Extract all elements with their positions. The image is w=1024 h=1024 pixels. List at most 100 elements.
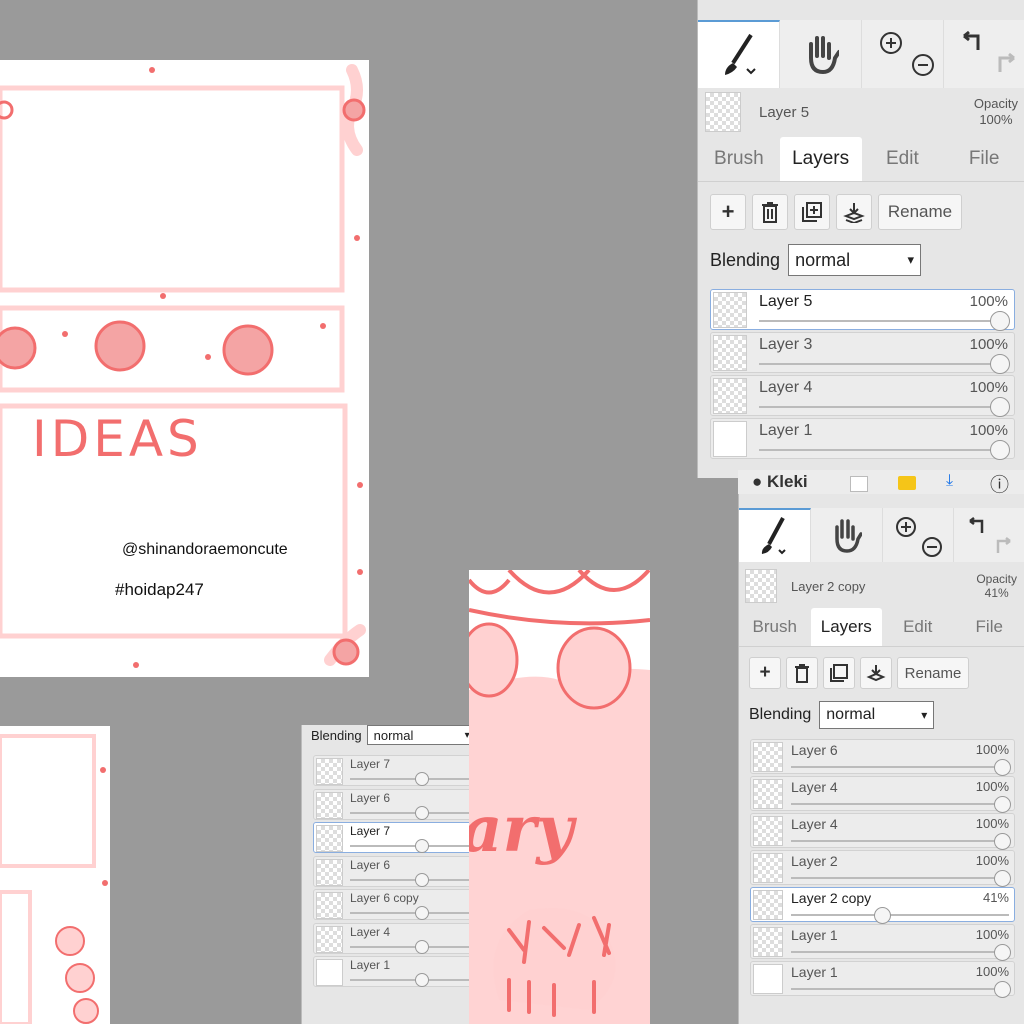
undo-icon[interactable] xyxy=(966,516,988,538)
hand-tool-button[interactable] xyxy=(811,508,883,562)
layer-opacity-track[interactable] xyxy=(350,811,471,814)
tab-brush[interactable]: Brush xyxy=(739,608,811,646)
zoom-in-icon[interactable] xyxy=(878,30,904,56)
layer-opacity-knob[interactable] xyxy=(415,805,429,820)
layer-opacity-track[interactable] xyxy=(791,840,1009,842)
tab-file[interactable]: File xyxy=(943,137,1024,181)
layer-row[interactable]: Layer 4 100% xyxy=(750,813,1015,850)
layer-row[interactable]: Layer 6 copy xyxy=(313,889,471,920)
tab-brush[interactable]: Brush xyxy=(698,137,780,181)
add-layer-button[interactable]: + xyxy=(749,657,781,689)
undo-redo-buttons[interactable] xyxy=(944,20,1024,88)
layer-opacity-track[interactable] xyxy=(791,877,1009,879)
zoom-buttons[interactable] xyxy=(883,508,955,562)
layer-opacity-track[interactable] xyxy=(791,766,1009,768)
tab-layers[interactable]: Layers xyxy=(779,137,862,181)
layer-opacity-track[interactable] xyxy=(350,912,471,914)
layer-opacity-knob[interactable] xyxy=(990,354,1010,374)
rename-button[interactable]: Rename xyxy=(897,657,969,689)
duplicate-layer-button[interactable] xyxy=(823,657,855,689)
layer-opacity-knob[interactable] xyxy=(415,906,429,920)
layer-opacity-knob[interactable] xyxy=(415,839,429,853)
zoom-in-icon[interactable] xyxy=(895,516,917,538)
tab-file[interactable]: File xyxy=(954,608,1024,646)
layer-row[interactable]: Layer 3 100% xyxy=(710,332,1015,374)
layer-opacity-knob[interactable] xyxy=(415,973,429,987)
zoom-buttons[interactable] xyxy=(862,20,944,88)
layer-opacity-knob[interactable] xyxy=(994,758,1011,776)
layer-opacity-track[interactable] xyxy=(759,449,1008,451)
zoom-out-icon[interactable] xyxy=(910,52,936,78)
layer-row[interactable]: Layer 1 100% xyxy=(750,961,1015,998)
layer-opacity-knob[interactable] xyxy=(990,397,1010,417)
zoom-out-icon[interactable] xyxy=(921,536,943,558)
layer-opacity-knob[interactable] xyxy=(990,440,1010,460)
folder-icon[interactable] xyxy=(898,476,916,490)
tab-edit[interactable]: Edit xyxy=(862,137,944,181)
canvas-sheet-main[interactable]: IDEAS @shinandoraemoncute #hoidap247 xyxy=(0,60,369,677)
layer-opacity-knob[interactable] xyxy=(874,906,892,924)
tab-layers[interactable]: Layers xyxy=(810,608,882,646)
undo-icon[interactable] xyxy=(960,30,986,56)
delete-layer-button[interactable] xyxy=(786,657,818,689)
hand-tool-button[interactable] xyxy=(780,20,862,88)
duplicate-layer-button[interactable] xyxy=(794,194,830,230)
delete-layer-button[interactable] xyxy=(752,194,788,230)
merge-down-button[interactable] xyxy=(860,657,892,689)
brush-tool-button[interactable] xyxy=(739,508,811,562)
layer-opacity-knob[interactable] xyxy=(415,772,429,786)
layer-opacity-track[interactable] xyxy=(350,845,471,847)
canvas-sheet-bottom-left[interactable] xyxy=(0,726,110,1024)
canvas-sheet-lantern[interactable]: ary xyxy=(469,570,650,1024)
layer-opacity-track[interactable] xyxy=(759,363,1008,365)
layer-row[interactable]: Layer 7 xyxy=(313,822,471,853)
layer-opacity-track[interactable] xyxy=(350,945,471,948)
blending-select[interactable]: normal ▾ xyxy=(788,244,922,276)
layer-opacity-track[interactable] xyxy=(759,406,1008,408)
layer-row[interactable]: Layer 2 100% xyxy=(750,850,1015,887)
rename-button[interactable]: Rename xyxy=(878,194,962,230)
layer-opacity-knob[interactable] xyxy=(990,311,1010,331)
layer-opacity-knob[interactable] xyxy=(415,872,429,887)
layer-opacity-track[interactable] xyxy=(791,988,1009,990)
layer-row[interactable]: Layer 1 100% xyxy=(710,418,1015,460)
lettering-text: ary xyxy=(469,792,574,867)
layer-name: Layer 6 copy xyxy=(350,891,419,905)
layer-opacity-knob[interactable] xyxy=(994,980,1011,998)
layer-opacity-track[interactable] xyxy=(350,778,471,780)
layer-row[interactable]: Layer 4 xyxy=(313,922,471,954)
redo-icon[interactable] xyxy=(992,536,1014,558)
layer-opacity-knob[interactable] xyxy=(994,795,1011,813)
layer-row[interactable]: Layer 4 100% xyxy=(710,375,1015,417)
layer-opacity-track[interactable] xyxy=(791,914,1009,916)
layer-opacity-knob[interactable] xyxy=(994,869,1011,887)
add-layer-button[interactable]: + xyxy=(710,194,746,230)
layer-opacity-knob[interactable] xyxy=(994,943,1011,961)
layer-opacity-track[interactable] xyxy=(791,951,1009,953)
layer-opacity-knob[interactable] xyxy=(994,832,1011,850)
layer-opacity-track[interactable] xyxy=(791,803,1009,805)
merge-down-button[interactable] xyxy=(836,194,872,230)
layer-row[interactable]: Layer 7 xyxy=(313,755,471,786)
blending-select[interactable]: normal ▾ xyxy=(819,701,935,729)
layer-row[interactable]: Layer 2 copy 41% xyxy=(750,887,1015,924)
download-icon[interactable]: ⤓ xyxy=(946,472,953,490)
new-file-icon[interactable] xyxy=(850,476,868,492)
layer-opacity-track[interactable] xyxy=(350,878,471,881)
layer-opacity-track[interactable] xyxy=(759,320,1008,322)
tab-edit[interactable]: Edit xyxy=(882,608,954,646)
layer-row[interactable]: Layer 1 100% xyxy=(750,924,1015,961)
layer-row[interactable]: Layer 4 100% xyxy=(750,776,1015,813)
layer-opacity-knob[interactable] xyxy=(415,939,429,954)
redo-icon[interactable] xyxy=(992,52,1018,78)
layer-opacity-track[interactable] xyxy=(350,979,471,981)
layer-row[interactable]: Layer 5 100% xyxy=(710,289,1015,331)
blending-select[interactable]: normal ▾ xyxy=(366,725,471,745)
brush-tool-button[interactable] xyxy=(698,20,780,88)
undo-redo-buttons[interactable] xyxy=(954,508,1024,562)
layer-row[interactable]: Layer 6 xyxy=(313,855,471,887)
help-icon[interactable]: ⓘ xyxy=(990,470,1009,494)
layer-row[interactable]: Layer 6 xyxy=(313,788,471,820)
layer-row[interactable]: Layer 6 100% xyxy=(750,739,1015,776)
layer-row[interactable]: Layer 1 xyxy=(313,956,471,987)
